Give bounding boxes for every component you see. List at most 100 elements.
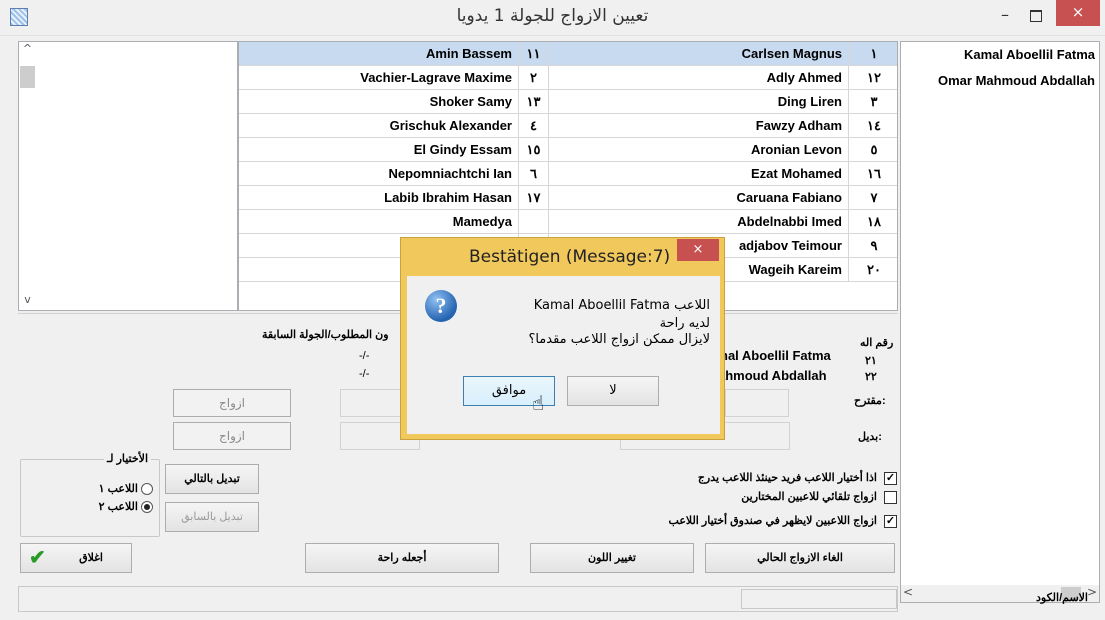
checkbox-checked-icon[interactable]: ✓ [884, 471, 897, 485]
black-player: Nepomniachtchi Ian [239, 162, 519, 185]
white-player: Adly Ahmed [549, 66, 849, 89]
name-code-field[interactable] [741, 589, 897, 609]
scroll-thumb[interactable] [20, 66, 35, 88]
white-player: Carlsen Magnus [549, 42, 849, 65]
checkbox-label: ازواج اللاعبين لايظهر في صندوق أختيار ال… [668, 515, 877, 527]
left-list-scrollbar[interactable]: ^ v [19, 42, 36, 310]
table-row[interactable]: El Gindy Essam ١٥ Aronian Levon ٥ [239, 138, 897, 162]
question-icon: ? [425, 290, 457, 322]
suggested-field-right[interactable] [725, 389, 789, 417]
white-player: Ding Liren [549, 90, 849, 113]
table-row[interactable]: Vachier-Lagrave Maxime ٢ Adly Ahmed ١٢ [239, 66, 897, 90]
white-number: ٢٠ [867, 262, 881, 277]
player-number-label: رقم اله [860, 337, 894, 349]
close-button[interactable]: اغلاق ✔ [20, 543, 132, 573]
radio-icon[interactable] [141, 483, 153, 496]
black-number: ٢ [519, 66, 549, 89]
player1-color: -/- [359, 350, 370, 362]
scroll-left-icon[interactable]: < [903, 585, 913, 599]
white-number: ٣ [870, 94, 878, 109]
scroll-down-icon[interactable]: v [19, 293, 36, 310]
checkbox-hide-paired[interactable]: ازواج اللاعبين لايظهر في صندوق أختيار ال… [669, 514, 897, 528]
checkbox-unique-player[interactable]: اذا أختيار اللاعب فريد حينئذ اللاعب يدرج… [698, 471, 897, 485]
player2-color: -/- [359, 368, 370, 380]
dialog-title-bar: Bestätigen (Message:7) × [401, 238, 726, 274]
white-number: ٥ [870, 142, 878, 157]
list-item[interactable]: Kamal Aboellil Fatma [901, 42, 1099, 68]
swap-next-button[interactable]: تبديل بالتالي [165, 464, 259, 494]
hand-cursor-icon: ☝ [532, 391, 545, 415]
black-number: ١٧ [519, 186, 549, 209]
white-number: ١٦ [867, 166, 881, 181]
player2-name: ahmoud Abdallah [718, 368, 827, 383]
white-number: ٧ [870, 190, 878, 205]
dialog-message-line3: لايزال ممكن ازواج اللاعب مقدما؟ [528, 332, 710, 347]
dialog-no-button[interactable]: لا [567, 376, 659, 406]
table-row[interactable]: Nepomniachtchi Ian ٦ Ezat Mohamed ١٦ [239, 162, 897, 186]
checkbox-label: ازواج تلقائي للاعبين المختارين [741, 491, 877, 503]
pair-alternative-button[interactable]: ازواج [173, 422, 291, 450]
maximize-button[interactable] [1022, 5, 1048, 27]
choice-group-title: الأختيار لـ [103, 452, 151, 465]
black-player: El Gindy Essam [239, 138, 519, 161]
list-item[interactable]: Omar Mahmoud Abdallah [901, 68, 1099, 94]
black-number: ٦ [519, 162, 549, 185]
dialog-body: ? Kamal Aboellil Fatma اللاعب لديه راحة … [407, 276, 720, 434]
table-row[interactable]: Labib Ibrahim Hasan ١٧ Caruana Fabiano ٧ [239, 186, 897, 210]
dialog-message-line1: Kamal Aboellil Fatma اللاعب [533, 298, 710, 313]
left-player-list[interactable]: ^ v [18, 41, 238, 311]
checkbox-auto-pair[interactable]: ازواج تلقائي للاعبين المختارين [741, 490, 897, 504]
status-bar [18, 586, 898, 612]
black-player: Shoker Samy [239, 90, 519, 113]
change-color-button[interactable]: تغيير اللون [530, 543, 694, 573]
checkbox-label: اذا أختيار اللاعب فريد حينئذ اللاعب يدرج [697, 472, 877, 484]
white-player: Fawzy Adham [549, 114, 849, 137]
checkbox-unchecked-icon[interactable] [884, 490, 897, 504]
player1-name: nal Aboellil Fatma [720, 348, 831, 363]
give-bye-button[interactable]: أجعله راحة [305, 543, 499, 573]
name-code-label: الاسم/الكود [1036, 592, 1088, 604]
white-player: Abdelnabbi Imed [549, 210, 849, 233]
white-number: ١٢ [867, 70, 881, 85]
white-number: ١ [849, 42, 897, 65]
color-history-label: ون المطلوب/الجولة السابقة [262, 329, 389, 341]
dialog-close-button[interactable]: × [677, 239, 719, 261]
alternative-label: بديل: [858, 431, 882, 443]
cancel-pairing-button[interactable]: الغاء الازواج الحالي [705, 543, 895, 573]
minimize-button[interactable]: – [992, 5, 1018, 27]
scroll-right-icon[interactable]: > [1087, 585, 1097, 599]
table-row[interactable]: Amin Bassem ١١ Carlsen Magnus ١ [239, 42, 897, 66]
dialog-title: Bestätigen (Message:7) [469, 247, 671, 267]
radio-selected-icon[interactable] [141, 501, 153, 514]
player2-number: ٢٢ [865, 371, 877, 383]
white-player: Caruana Fabiano [549, 186, 849, 209]
radio-player2-label: اللاعب ٢ [98, 501, 138, 513]
title-bar: تعيين الازواج للجولة 1 يدويا – × [0, 0, 1105, 36]
choice-group: الأختيار لـ اللاعب ١ اللاعب ٢ [20, 452, 160, 537]
checkbox-checked-icon[interactable]: ✓ [884, 514, 897, 528]
black-player: Labib Ibrahim Hasan [239, 186, 519, 209]
white-number: ٩ [870, 238, 878, 253]
close-label: اغلاق [79, 552, 103, 564]
dialog-message-line2: لديه راحة [659, 316, 710, 331]
black-player: Grischuk Alexander [239, 114, 519, 137]
selected-players-list[interactable]: Kamal Aboellil Fatma Omar Mahmoud Abdall… [900, 41, 1100, 603]
table-row[interactable]: Shoker Samy ١٣ Ding Liren ٣ [239, 90, 897, 114]
black-number: ١١ [519, 42, 549, 65]
radio-player2[interactable]: اللاعب ٢ [98, 500, 153, 514]
black-player: Amin Bassem [239, 42, 519, 65]
close-window-button[interactable]: × [1056, 0, 1100, 26]
black-number: ١٣ [519, 90, 549, 113]
white-number: ١٤ [867, 118, 881, 133]
table-row[interactable]: Grischuk Alexander ٤ Fawzy Adham ١٤ [239, 114, 897, 138]
black-number: ٤ [519, 114, 549, 137]
scroll-up-icon[interactable]: ^ [19, 42, 36, 59]
radio-player1[interactable]: اللاعب ١ [99, 482, 153, 496]
table-row[interactable]: Mamedya Abdelnabbi Imed ١٨ [239, 210, 897, 234]
black-player: Vachier-Lagrave Maxime [239, 66, 519, 89]
white-player: Ezat Mohamed [549, 162, 849, 185]
pair-suggested-button[interactable]: ازواج [173, 389, 291, 417]
swap-previous-button[interactable]: تبديل بالسابق [165, 502, 259, 532]
black-number: ١٥ [519, 138, 549, 161]
black-player: Mamedya [239, 210, 519, 233]
